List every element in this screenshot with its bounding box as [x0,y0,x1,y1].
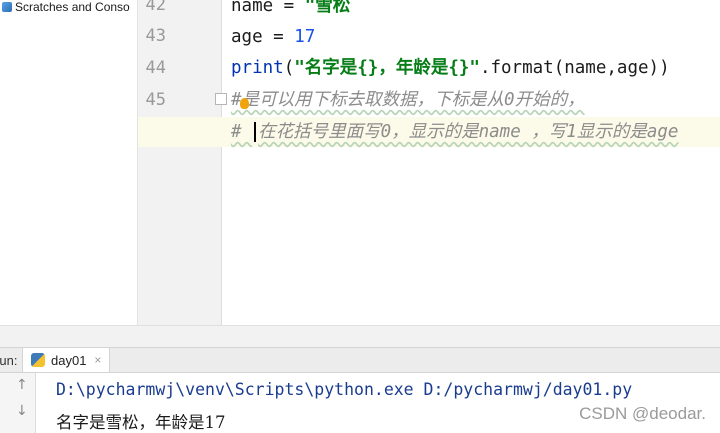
close-icon[interactable]: × [94,353,101,367]
code-line: # 在花括号里面写0，显示的是name ，写1显示的是age [231,117,678,147]
code-line: #是可以用下标去取数据，下标是从0开始的， [231,85,585,115]
text-caret [254,122,257,142]
line-number: 45 [145,90,166,110]
function-token: print [231,58,284,78]
comment-token: #是可以用下标去取数据，下标是从0开始的， [231,90,585,110]
code-line: print("名字是{}，年龄是{}".format(name,age)) [231,53,670,83]
run-tab-day01[interactable]: day01 × [22,348,111,372]
number-token: 17 [294,27,316,47]
console-toolbar: ↑ ↓ [0,373,36,433]
code-token: .format(name,age)) [479,58,670,78]
console-output[interactable]: D:\pycharmwj\venv\Scripts\python.exe D:/… [36,373,720,433]
code-token: age = [231,27,295,47]
line-number: 43 [145,26,166,46]
editor-bottom-strip [0,325,720,347]
csdn-watermark: CSDN @deodar. [579,404,706,423]
code-token: ( [283,58,295,78]
console-command-line: D:\pycharmwj\venv\Scripts\python.exe D:/… [56,380,633,399]
code-editor[interactable]: name = "雪松 age = 17 print("名字是{}，年龄是{}".… [222,0,720,325]
comment-token: 在花括号里面写0，显示的是name ，写1显示的是age [258,122,679,142]
string-token: "名字是{}，年龄是{}" [294,58,480,78]
scratches-label: Scratches and Conso [15,0,130,14]
project-panel: Scratches and Conso [0,0,138,347]
code-token: name = [231,0,305,16]
code-line: age = 17 [231,22,315,52]
scratches-and-consoles-item[interactable]: Scratches and Conso [0,0,137,14]
arrow-down-icon[interactable]: ↓ [16,403,28,419]
run-toolbar: Run: day01 × [0,347,720,373]
line-number: 42 [145,0,166,15]
scratches-folder-icon [2,2,12,12]
line-number: 44 [145,58,166,78]
editor-gutter: 42 43 44 45 46 [138,0,227,325]
comment-token: # [231,122,253,142]
console-output-line: 名字是雪松，年龄是17 [56,413,226,432]
run-label: Run: [0,353,18,368]
run-tab-label: day01 [51,352,87,368]
arrow-up-icon[interactable]: ↑ [16,377,28,393]
string-token: "雪松 [304,0,351,16]
python-file-icon [31,353,45,367]
lightbulb-icon[interactable] [240,98,249,109]
code-line: name = "雪松 [231,0,350,21]
